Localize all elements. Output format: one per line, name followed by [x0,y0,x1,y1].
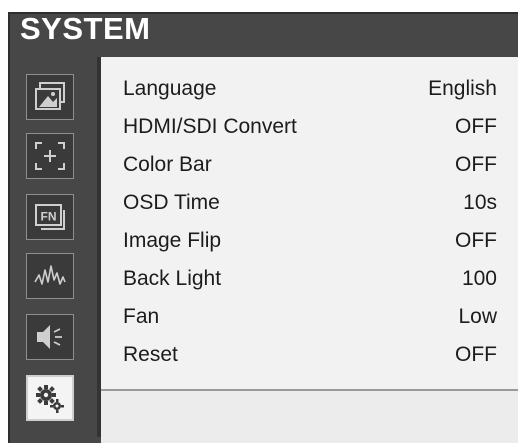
waveform-icon [33,260,67,292]
menu-row-value: Low [458,305,497,328]
settings-panel: Language English HDMI/SDI Convert OFF Co… [101,57,518,389]
tab-picture[interactable] [26,74,74,120]
tab-function[interactable]: FN [26,194,74,240]
menu-row-label: OSD Time [123,191,220,214]
tab-scope[interactable] [26,253,74,299]
fn-icon: FN [33,201,67,233]
menu-row-color-bar[interactable]: Color Bar OFF [101,147,497,183]
menu-row-value: OFF [455,153,497,176]
sidebar: FN [20,57,98,429]
menu-row-label: Language [123,77,217,100]
menu-row-osd-time[interactable]: OSD Time 10s [101,185,497,221]
menu-row-value: OFF [455,229,497,252]
svg-text:FN: FN [41,210,57,224]
tab-system[interactable] [26,375,74,421]
menu-row-value: English [428,77,497,100]
gears-icon [33,382,67,414]
menu-row-back-light[interactable]: Back Light 100 [101,261,497,297]
menu-row-value: 100 [461,267,497,290]
menu-row-label: Color Bar [123,153,212,176]
menu-title: SYSTEM [20,11,151,46]
menu-row-label: Fan [123,305,160,328]
menu-row-label: Image Flip [123,229,222,252]
picture-icon [33,81,67,113]
speaker-icon [33,321,67,353]
menu-row-label: Reset [123,343,178,366]
tab-marker[interactable] [26,133,74,179]
menu-row-value: 10s [463,191,497,214]
menu-row-language[interactable]: Language English [101,71,497,107]
menu-row-label: Back Light [123,267,222,290]
menu-row-value: OFF [455,115,497,138]
menu-row-fan[interactable]: Fan Low [101,299,497,335]
tab-audio[interactable] [26,314,74,360]
menu-row-value: OFF [455,343,497,366]
menu-row-image-flip[interactable]: Image Flip OFF [101,223,497,259]
menu-row-label: HDMI/SDI Convert [123,115,297,138]
menu-row-reset[interactable]: Reset OFF [101,337,497,373]
help-bar [101,391,518,443]
focus-frame-icon [33,140,67,172]
menu-row-hdmi-sdi-convert[interactable]: HDMI/SDI Convert OFF [101,109,497,145]
